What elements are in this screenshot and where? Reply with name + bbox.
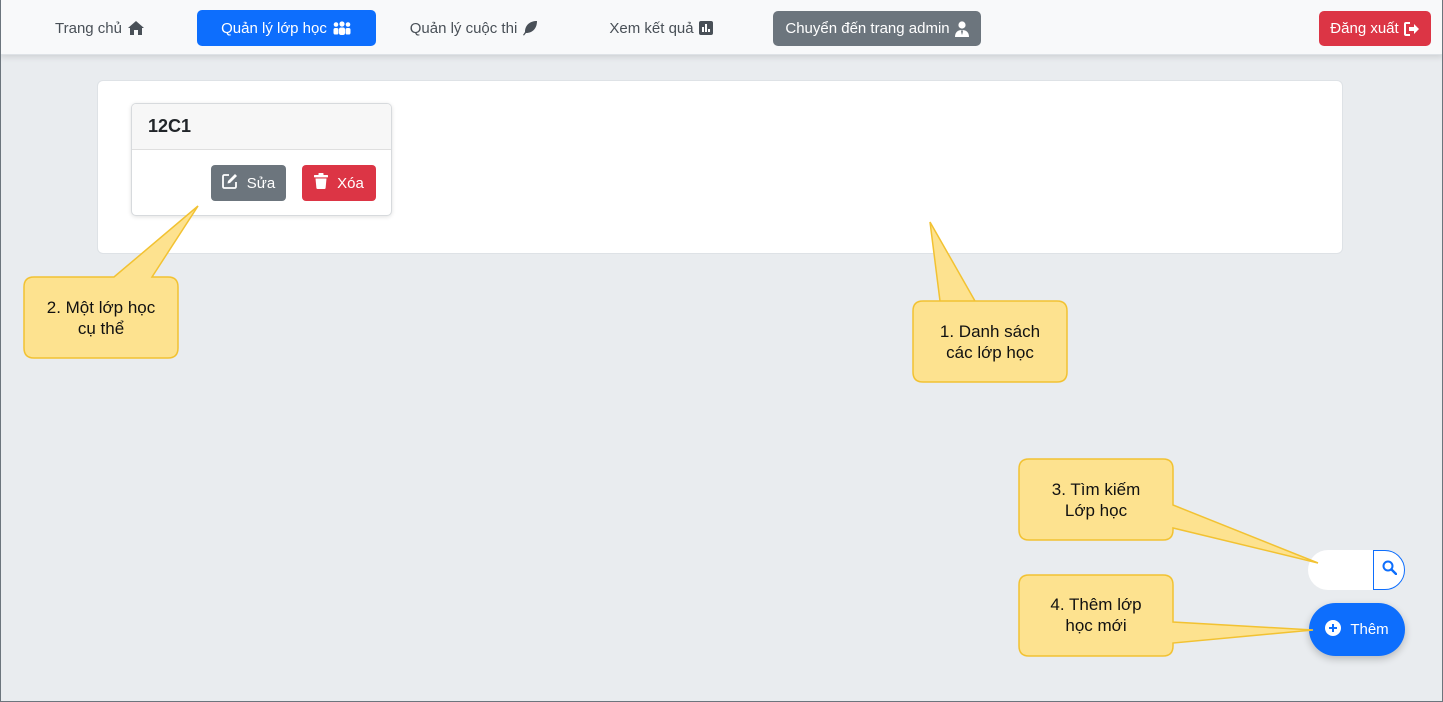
- nav-classes[interactable]: Quản lý lớp học: [197, 10, 376, 46]
- logout-label: Đăng xuất: [1330, 20, 1399, 37]
- add-class-button[interactable]: Thêm: [1309, 603, 1405, 656]
- callout-4-line2: học mới: [1065, 616, 1127, 635]
- callout-1-text: 1. Danh sách các lớp học: [913, 321, 1067, 363]
- nav-results[interactable]: Xem kết quả: [598, 10, 724, 46]
- callout-3-line1: 3. Tìm kiếm: [1051, 480, 1141, 499]
- delete-class-button[interactable]: Xóa: [302, 165, 376, 201]
- class-card[interactable]: 12C1 Sửa Xóa: [131, 103, 392, 216]
- callout-2-line2: cụ thể: [77, 319, 125, 338]
- callout-3-line2: Lớp học: [1064, 501, 1128, 520]
- top-navbar: Trang chủ Quản lý lớp học Quản lý cuộc t…: [0, 0, 1443, 55]
- user-tie-icon: [954, 20, 969, 37]
- callout-1-line2: các lớp học: [946, 343, 1034, 362]
- nav-admin-label: Chuyển đến trang admin: [785, 20, 950, 37]
- callout-1-line1: 1. Danh sách: [939, 322, 1041, 341]
- class-search: [1308, 550, 1405, 590]
- plus-circle-icon: [1325, 619, 1342, 640]
- class-name: 12C1: [148, 116, 192, 136]
- nav-contests[interactable]: Quản lý cuộc thi: [398, 10, 550, 46]
- chart-icon: [698, 21, 713, 35]
- nav-results-label: Xem kết quả: [609, 19, 694, 37]
- sign-out-icon: [1403, 21, 1420, 36]
- callout-2-text: 2. Một lớp học cụ thể: [24, 297, 178, 339]
- add-label: Thêm: [1350, 621, 1389, 638]
- trash-icon: [314, 173, 329, 193]
- callout-3-text: 3. Tìm kiếm Lớp học: [1019, 479, 1173, 521]
- search-input[interactable]: [1308, 550, 1374, 590]
- search-icon: [1382, 560, 1397, 580]
- nav-home[interactable]: Trang chủ: [40, 10, 160, 46]
- nav-classes-label: Quản lý lớp học: [221, 19, 327, 37]
- search-button[interactable]: [1373, 550, 1405, 590]
- edit-label: Sửa: [246, 174, 276, 192]
- nav-contests-label: Quản lý cuộc thi: [409, 19, 518, 37]
- feather-icon: [522, 20, 538, 36]
- nav-home-label: Trang chủ: [55, 19, 122, 37]
- edit-class-button[interactable]: Sửa: [211, 165, 286, 201]
- delete-label: Xóa: [337, 174, 364, 192]
- nav-admin-button[interactable]: Chuyển đến trang admin: [773, 11, 981, 46]
- users-icon: [332, 21, 352, 35]
- edit-icon: [221, 173, 238, 193]
- callout-4-line1: 4. Thêm lớp: [1050, 595, 1142, 614]
- logout-button[interactable]: Đăng xuất: [1319, 11, 1431, 46]
- class-card-header: 12C1: [132, 104, 391, 150]
- home-icon: [127, 20, 145, 36]
- callout-4-text: 4. Thêm lớp học mới: [1019, 594, 1173, 636]
- callout-2-line1: 2. Một lớp học: [46, 298, 156, 317]
